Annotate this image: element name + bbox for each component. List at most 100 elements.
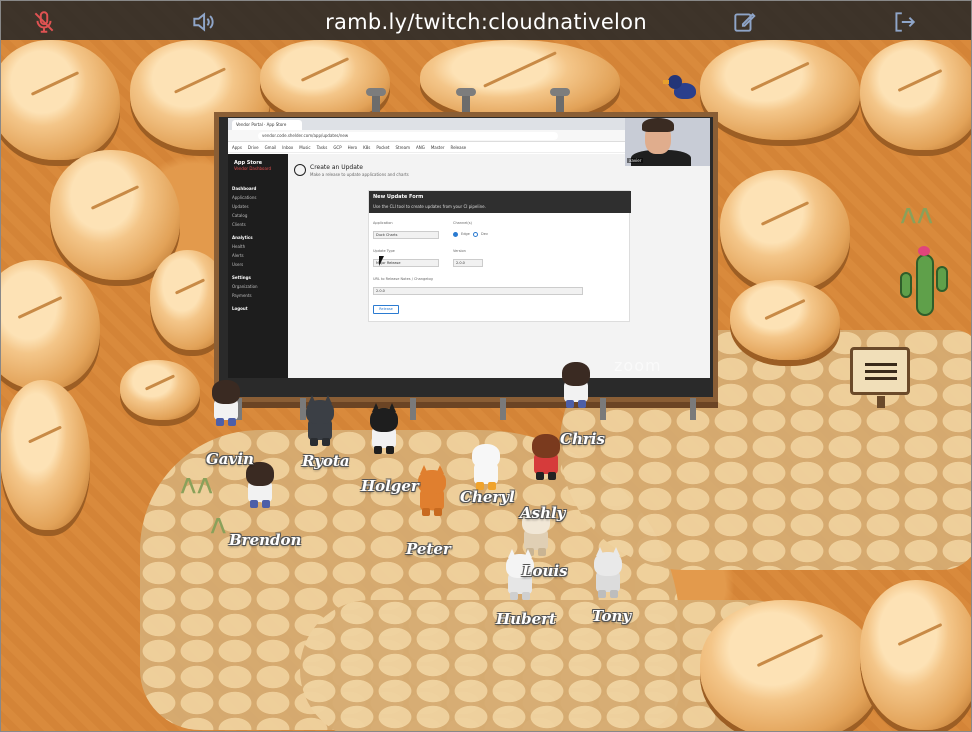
channel-radio-edge (453, 232, 458, 237)
player-name-hubert: Hubert (496, 610, 556, 628)
webcam-name: xavier (627, 158, 644, 163)
game-world[interactable]: ᴧᴧ ᴧᴧ ᴧ ᴧ Vendor Portal · App Store (0, 0, 972, 732)
player-name-holger: Holger (361, 477, 419, 495)
avatar-leg (310, 438, 318, 446)
avatar-leg (228, 418, 236, 426)
app-logo-icon (294, 164, 306, 176)
application-select: Duck Charts (373, 231, 439, 239)
url-label: URL to Release Notes / Changelog (373, 277, 433, 281)
app-sidebar-item: Dashboard (232, 186, 257, 191)
blue-bird[interactable] (663, 75, 702, 105)
bookmark-item: Inbox (282, 145, 294, 150)
bookmark-item: Drive (247, 145, 259, 150)
speaker-button[interactable] (190, 9, 216, 35)
edit-note-button[interactable] (731, 9, 757, 35)
cactus-trunk (916, 254, 934, 316)
bookmark-item: Pocket (376, 145, 390, 150)
webcam-feed: xavier (625, 118, 710, 166)
player-avatar-gavin[interactable] (206, 380, 246, 428)
form-header: New Update Form Use the CLI tool to crea… (369, 191, 631, 213)
avatar-head (562, 362, 590, 386)
version-input: 2.0.0 (453, 259, 483, 267)
avatar-leg (250, 500, 258, 508)
microphone-off-button[interactable] (31, 9, 57, 35)
wooden-sign[interactable] (850, 347, 910, 408)
channel-option-edge: Edge (461, 232, 470, 236)
bookmark-item: Gmail (264, 145, 277, 150)
boulder (700, 40, 860, 140)
app-sidebar-item: Catalog (232, 213, 248, 218)
app-brand-sub: Vendor Dashboard (234, 166, 272, 171)
app-sidebar-item: Applications (232, 195, 257, 200)
exit-icon (895, 12, 916, 32)
avatar-leg (522, 592, 530, 600)
player-name-ashly: Ashly (520, 504, 566, 522)
avatar-leg (322, 438, 330, 446)
billboard-leg (690, 398, 696, 420)
bookmark-item: Music (299, 145, 311, 150)
sign-post (877, 396, 885, 408)
bookmark-item: Release (450, 145, 467, 150)
player-avatar-holger[interactable] (364, 403, 404, 456)
app-sidebar-item: Analytics (232, 235, 253, 240)
bookmark-item: Tasks (316, 145, 328, 150)
app-sidebar-item: Alerts (232, 253, 244, 258)
cactus (898, 246, 952, 328)
application-label: Application (373, 221, 393, 225)
bird-head (668, 75, 682, 89)
update-form: New Update Form Use the CLI tool to crea… (368, 190, 631, 322)
avatar-leg (566, 400, 574, 408)
release-button: Release (373, 305, 399, 314)
app-sidebar-item: Organization (232, 284, 258, 289)
browser-url: vendor.code.shelder.com/app/updates/new (258, 132, 558, 140)
player-avatar-chris[interactable] (556, 362, 596, 410)
player-avatar-ryota[interactable] (300, 395, 340, 448)
sign-text-lines (865, 362, 897, 380)
page-title: Create an Update (310, 164, 363, 171)
app-sidebar-items: Dashboard Applications Updates Catalog Clien… (232, 180, 286, 313)
bookmark-item: GCP (333, 145, 342, 150)
bookmark-item: Apps (232, 145, 242, 150)
bookmark-item: ANG (415, 145, 425, 150)
browser-tab: Vendor Portal · App Store (232, 120, 302, 130)
bookmark-item: Master (430, 145, 445, 150)
cactus-flower (918, 246, 930, 256)
avatar-leg (216, 418, 224, 426)
app-sidebar-item: Settings (232, 275, 251, 280)
boulder (0, 380, 90, 530)
player-avatar-cheryl[interactable] (466, 444, 506, 492)
app-main: Create an Update Make a release to updat… (288, 154, 710, 378)
boulder (0, 40, 120, 160)
grass-tuft: ᴧᴧ (900, 197, 934, 230)
bird-beak (663, 80, 669, 84)
player-name-brendon: Brendon (229, 531, 302, 549)
player-name-chris: Chris (560, 430, 605, 448)
avatar-leg (598, 590, 606, 598)
cactus-arm (900, 272, 912, 298)
channel-label: Channel(s) (453, 221, 472, 225)
exit-button[interactable] (891, 9, 917, 35)
player-name-gavin: Gavin (206, 450, 254, 468)
version-label: Version (453, 249, 466, 253)
player-avatar-brendon[interactable] (240, 462, 280, 510)
shared-browser-window: Vendor Portal · App Store vendor.code.sh… (228, 118, 710, 378)
player-name-louis: Louis (522, 562, 568, 580)
avatar-leg (536, 472, 544, 480)
boulder (120, 360, 200, 420)
boulder (860, 40, 972, 150)
avatar-leg (386, 446, 394, 454)
room-url[interactable]: ramb.ly/twitch:cloudnativelon (0, 0, 972, 40)
avatar-leg (374, 446, 382, 454)
bookmark-item: Stream (395, 145, 410, 150)
screen-share-content[interactable]: Vendor Portal · App Store vendor.code.sh… (228, 118, 710, 378)
boulder (730, 280, 840, 360)
boulder (860, 580, 972, 730)
microphone-off-icon (34, 11, 54, 33)
form-hint: Use the CLI tool to create updates from … (373, 204, 486, 209)
avatar-leg (422, 508, 430, 516)
app-sidebar-item: Clients (232, 222, 246, 227)
top-toolbar: ramb.ly/twitch:cloudnativelon (0, 0, 972, 40)
player-avatar-tony[interactable] (588, 547, 628, 600)
cactus-arm (936, 266, 948, 292)
app-sidebar: App Store Vendor Dashboard Dashboard Appl… (228, 154, 288, 378)
